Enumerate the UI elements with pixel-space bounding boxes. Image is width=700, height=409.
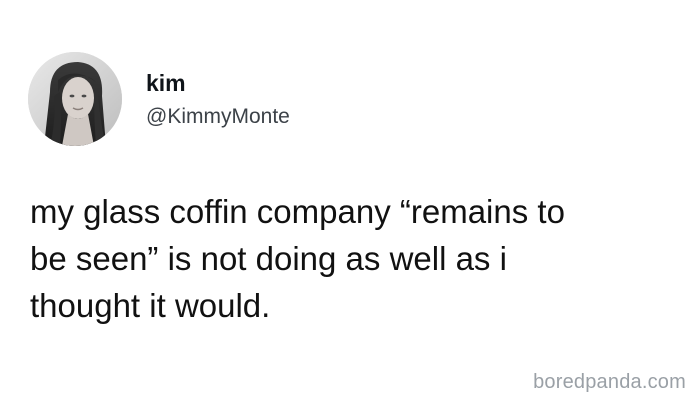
display-name[interactable]: kim bbox=[146, 70, 186, 96]
user-handle[interactable]: @KimmyMonte bbox=[146, 105, 290, 129]
watermark: boredpanda.com bbox=[533, 371, 686, 393]
profile-avatar[interactable] bbox=[28, 52, 122, 146]
tweet-card: kim @KimmyMonte my glass coffin company … bbox=[0, 0, 700, 409]
profile-photo-icon bbox=[28, 52, 122, 146]
tweet-text: my glass coffin company “remains to be s… bbox=[30, 193, 565, 324]
